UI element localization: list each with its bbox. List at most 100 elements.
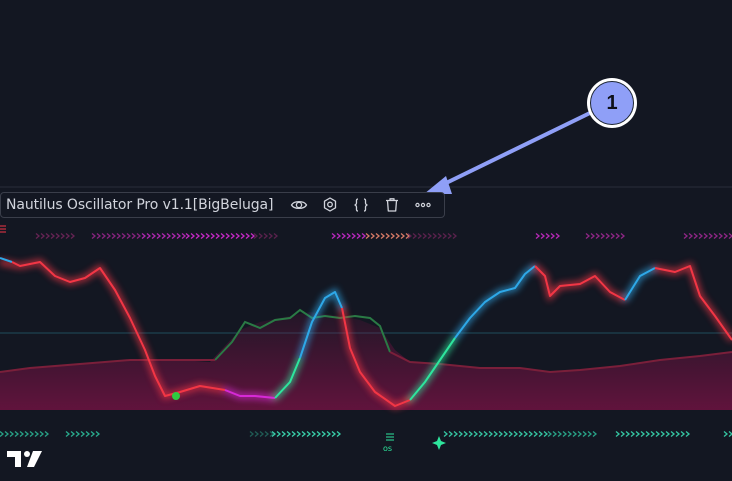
remove-button[interactable] bbox=[376, 194, 407, 216]
ribbon-chevron bbox=[630, 431, 636, 437]
ribbon-chevron bbox=[463, 431, 469, 437]
ribbon-chevron bbox=[390, 233, 396, 239]
sparkle-signal-icon bbox=[432, 436, 446, 450]
ribbon-chevron bbox=[503, 431, 509, 437]
ribbon-chevron bbox=[645, 431, 651, 437]
ribbon-chevron bbox=[126, 233, 132, 239]
ribbon-chevron bbox=[111, 233, 117, 239]
ribbon-chevron bbox=[483, 431, 489, 437]
ribbon-chevron bbox=[535, 233, 541, 239]
ribbon-chevron bbox=[473, 431, 479, 437]
ribbon-chevron bbox=[70, 233, 76, 239]
ribbon-chevron bbox=[635, 431, 641, 437]
ribbon-chevron bbox=[346, 233, 352, 239]
ribbon-chevron bbox=[141, 233, 147, 239]
ribbon-chevron bbox=[311, 431, 317, 437]
ribbon-chevron bbox=[35, 233, 41, 239]
ribbon-chevron bbox=[200, 233, 206, 239]
ribbon-chevron bbox=[380, 233, 386, 239]
ribbon-chevron bbox=[365, 233, 371, 239]
ribbon-chevron bbox=[620, 233, 626, 239]
ribbon-chevron bbox=[156, 233, 162, 239]
ribbon-chevron bbox=[4, 431, 10, 437]
ribbon-chevron bbox=[273, 233, 279, 239]
indicator-title: Nautilus Oscillator Pro v1.1[BigBeluga] bbox=[6, 197, 274, 213]
ribbon-chevron bbox=[195, 233, 201, 239]
ribbon-chevron bbox=[50, 233, 56, 239]
ribbon-chevron bbox=[562, 431, 568, 437]
ribbon-chevron bbox=[385, 233, 391, 239]
ribbon-chevron bbox=[545, 233, 551, 239]
settings-button[interactable] bbox=[314, 194, 345, 216]
ribbon-chevron bbox=[448, 431, 454, 437]
visibility-button[interactable] bbox=[283, 194, 314, 216]
ribbon-chevron bbox=[166, 233, 172, 239]
ribbon-chevron bbox=[442, 233, 448, 239]
ribbon-chevron bbox=[577, 431, 583, 437]
ribbon-chevron bbox=[412, 233, 418, 239]
source-code-button[interactable] bbox=[345, 194, 376, 216]
tradingview-logo[interactable] bbox=[7, 449, 43, 469]
ribbon-chevron bbox=[453, 431, 459, 437]
indicator-legend[interactable]: Nautilus Oscillator Pro v1.1[BigBeluga] bbox=[0, 192, 446, 218]
ribbon-chevron bbox=[427, 233, 433, 239]
more-icon bbox=[415, 202, 431, 208]
ribbon-chevron bbox=[14, 431, 20, 437]
ribbon-chevron bbox=[723, 233, 729, 239]
ribbon-chevron bbox=[698, 233, 704, 239]
ribbon-chevron bbox=[361, 233, 367, 239]
ribbon-chevron bbox=[356, 233, 362, 239]
ribbon-chevron bbox=[582, 431, 588, 437]
ribbon-chevron bbox=[567, 431, 573, 437]
ribbon-chevron bbox=[395, 233, 401, 239]
ribbon-chevron bbox=[240, 233, 246, 239]
ribbon-chevron bbox=[19, 431, 25, 437]
ribbon-chevron bbox=[263, 233, 269, 239]
ribbon-chevron bbox=[306, 431, 312, 437]
ribbon-chevron bbox=[488, 431, 494, 437]
ribbon-chevron bbox=[90, 431, 96, 437]
ribbon-chevron bbox=[230, 233, 236, 239]
oversold-label: os bbox=[383, 444, 393, 453]
ribbon-chevron bbox=[55, 233, 61, 239]
ribbon-chevron bbox=[458, 431, 464, 437]
ribbon-chevron bbox=[540, 233, 546, 239]
annotation-arrow-shaft bbox=[439, 110, 593, 188]
more-options-button[interactable] bbox=[407, 194, 438, 216]
ribbon-chevron bbox=[533, 431, 539, 437]
ribbon-chevron bbox=[585, 233, 591, 239]
ribbon-chevron bbox=[447, 233, 453, 239]
oscillator-chart[interactable] bbox=[0, 0, 732, 481]
ribbon-chevron bbox=[29, 431, 35, 437]
ribbon-chevron bbox=[600, 233, 606, 239]
ribbon-chevron bbox=[655, 431, 661, 437]
ribbon-chevron bbox=[65, 431, 71, 437]
ribbon-chevron bbox=[400, 233, 406, 239]
ribbon-chevron bbox=[592, 431, 598, 437]
ribbon-chevron bbox=[258, 233, 264, 239]
ribbon-chevron bbox=[254, 431, 260, 437]
ribbon-chevron bbox=[40, 233, 46, 239]
ribbon-chevron bbox=[75, 431, 81, 437]
eye-icon bbox=[290, 200, 308, 210]
ribbon-chevron bbox=[688, 233, 694, 239]
ribbon-chevron bbox=[713, 233, 719, 239]
ribbon-chevron bbox=[550, 233, 556, 239]
ribbon-chevron bbox=[136, 233, 142, 239]
ribbon-chevron bbox=[468, 431, 474, 437]
ribbon-chevron bbox=[650, 431, 656, 437]
ribbon-chevron bbox=[528, 431, 534, 437]
ribbon-chevron bbox=[557, 431, 563, 437]
ribbon-chevron bbox=[281, 431, 287, 437]
ribbon-chevron bbox=[670, 431, 676, 437]
ribbon-chevron bbox=[625, 431, 631, 437]
ribbon-chevron bbox=[301, 431, 307, 437]
ribbon-chevron bbox=[268, 233, 274, 239]
ribbon-chevron bbox=[259, 431, 265, 437]
ribbon-chevron bbox=[723, 431, 729, 437]
ribbon-chevron bbox=[96, 233, 102, 239]
ribbon-chevron bbox=[665, 431, 671, 437]
ribbon-chevron bbox=[190, 233, 196, 239]
ribbon-chevron bbox=[437, 233, 443, 239]
ribbon-chevron bbox=[703, 233, 709, 239]
